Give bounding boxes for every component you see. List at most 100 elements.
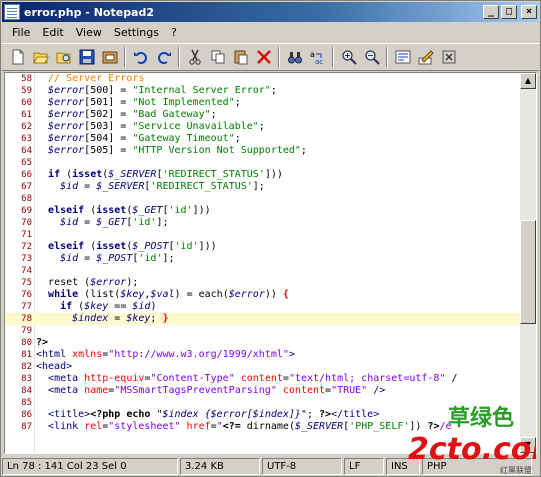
status-bar: Ln 78 : 141 Col 23 Sel 0 3.24 KB UTF-8 L…	[2, 456, 539, 476]
line-text: elseif (isset($_GET['id']))	[36, 205, 211, 217]
menu-edit[interactable]: Edit	[36, 26, 69, 39]
code-line[interactable]: 67 $id = $_SERVER['REDIRECT_STATUS'];	[5, 181, 522, 193]
code-line[interactable]: 68	[5, 193, 522, 205]
code-line[interactable]: 73 $id = $_POST['id'];	[5, 253, 522, 265]
menu-view[interactable]: View	[70, 26, 108, 39]
code-token: $id	[132, 301, 151, 312]
title-bar[interactable]: error.php - Notepad2 _ □ ×	[2, 2, 539, 22]
code-line[interactable]: 70 $id = $_GET['id'];	[5, 217, 522, 229]
zoom-out-button[interactable]	[360, 46, 383, 68]
code-token: $_POST	[132, 241, 169, 252]
code-line[interactable]: 71	[5, 229, 522, 241]
replace-icon: aac	[310, 50, 323, 65]
line-text: <meta http-equiv="Content-Type" content=…	[36, 373, 457, 385]
code-token: "Internal Server Error"	[132, 85, 271, 96]
svg-text:ac: ac	[315, 58, 323, 65]
code-token: $error	[48, 85, 85, 96]
code-line[interactable]: 81 <html xmlns="http://www.w3.org/1999/xh…	[5, 349, 522, 361]
menu-bar: File Edit View Settings ?	[2, 23, 539, 42]
maximize-button[interactable]: □	[501, 5, 517, 19]
menu-file[interactable]: File	[6, 26, 36, 39]
status-encoding[interactable]: UTF-8	[262, 457, 342, 475]
scroll-up-button[interactable]: ▲	[520, 73, 536, 89]
code-token: <?php echo	[90, 409, 157, 420]
code-line[interactable]: 66 if (isset($_SERVER['REDIRECT_STATUS']…	[5, 169, 522, 181]
code-line[interactable]: 74	[5, 265, 522, 277]
code-line[interactable]: 75 reset ($error);	[5, 277, 522, 289]
code-line[interactable]: 80 ?>	[5, 337, 522, 349]
settings-button[interactable]	[414, 46, 437, 68]
save-button[interactable]	[75, 46, 98, 68]
code-line[interactable]: 69 elseif (isset($_GET['id']))	[5, 205, 522, 217]
copy-button[interactable]	[206, 46, 229, 68]
code-line[interactable]: 87 <link rel="stylesheet" href="<?= dirn…	[5, 421, 522, 433]
wordwrap-button[interactable]	[391, 46, 414, 68]
status-eol[interactable]: LF	[344, 457, 384, 475]
open-button[interactable]	[29, 46, 52, 68]
code-token: {	[282, 289, 289, 300]
scroll-down-button[interactable]: ▼	[520, 437, 536, 453]
redo-button[interactable]	[152, 46, 175, 68]
code-token: name	[84, 385, 109, 396]
delete-button[interactable]	[252, 46, 275, 68]
line-text: <html xmlns="http://www.w3.org/1999/xhtm…	[36, 349, 295, 361]
line-number: 77	[21, 302, 32, 312]
code-token: <html	[36, 349, 73, 360]
line-number: 83	[21, 374, 32, 384]
code-token: $key	[126, 313, 151, 324]
line-text: <meta name="MSSmartTagsPreventParsing" c…	[36, 385, 385, 397]
code-line[interactable]: 76 while (list($key,$val) = each($error)…	[5, 289, 522, 301]
exit-button[interactable]	[437, 46, 460, 68]
undo-button[interactable]	[129, 46, 152, 68]
code-line[interactable]: 77 if ($key == $id)	[5, 301, 522, 313]
scroll-thumb[interactable]	[520, 220, 536, 324]
notepad2-window: error.php - Notepad2 _ □ × File Edit Vie…	[0, 0, 541, 477]
code-line[interactable]: 86 <title><?php echo "$index {$error[$in…	[5, 409, 522, 421]
code-token: "TRUE"	[331, 385, 368, 396]
find-button[interactable]	[283, 46, 306, 68]
code-line[interactable]: 58 // Server Errors	[5, 73, 522, 85]
replace-button[interactable]: a ac	[306, 46, 329, 68]
save-copy-button[interactable]	[98, 46, 121, 68]
code-line[interactable]: 82 <head>	[5, 361, 522, 373]
current-code-line[interactable]: 78 $index = $key; }	[5, 313, 522, 325]
line-text: $error[505] = "HTTP Version Not Supporte…	[36, 145, 307, 157]
new-file-button[interactable]	[6, 46, 29, 68]
new-file-icon	[12, 49, 23, 65]
vertical-scrollbar[interactable]: ▲ ▼	[520, 73, 536, 453]
code-token: isset	[96, 205, 127, 216]
cut-button[interactable]	[183, 46, 206, 68]
code-line[interactable]: 65	[5, 157, 522, 169]
code-line[interactable]: 59 $error[500] = "Internal Server Error"…	[5, 85, 522, 97]
code-token: =	[78, 253, 97, 264]
paste-button[interactable]	[229, 46, 252, 68]
code-line[interactable]: 63 $error[504] = "Gateway Timeout";	[5, 133, 522, 145]
code-line[interactable]: 64 $error[505] = "HTTP Version Not Suppo…	[5, 145, 522, 157]
code-line[interactable]: 61 $error[502] = "Bad Gateway";	[5, 109, 522, 121]
code-line[interactable]: 83 <meta http-equiv="Content-Type" conte…	[5, 373, 522, 385]
menu-help[interactable]: ?	[165, 26, 183, 39]
minimize-button[interactable]: _	[483, 5, 499, 19]
code-line[interactable]: 60 $error[501] = "Not Implemented";	[5, 97, 522, 109]
close-button[interactable]: ×	[521, 5, 537, 19]
code-line[interactable]: 85	[5, 397, 522, 409]
browse-button[interactable]	[52, 46, 75, 68]
menu-settings[interactable]: Settings	[108, 26, 165, 39]
code-editor[interactable]: 58 // Server Errors 59 $error[500] = "Int…	[4, 72, 537, 454]
code-token: <link	[48, 421, 85, 432]
code-token: =	[78, 181, 97, 192]
code-token: [500] =	[84, 85, 133, 96]
code-line[interactable]: 62 $error[503] = "Service Unavailable";	[5, 121, 522, 133]
zoom-in-button[interactable]	[337, 46, 360, 68]
code-token: $key	[84, 301, 109, 312]
code-line[interactable]: 79	[5, 325, 522, 337]
code-line[interactable]: 72 elseif (isset($_POST['id']))	[5, 241, 522, 253]
notepad-app-icon[interactable]	[4, 4, 20, 20]
code-line[interactable]: 84 <meta name="MSSmartTagsPreventParsing…	[5, 385, 522, 397]
line-text: $error[502] = "Bad Gateway";	[36, 109, 217, 121]
status-mode[interactable]: INS	[386, 457, 420, 475]
status-lexer[interactable]: PHP	[422, 457, 532, 475]
